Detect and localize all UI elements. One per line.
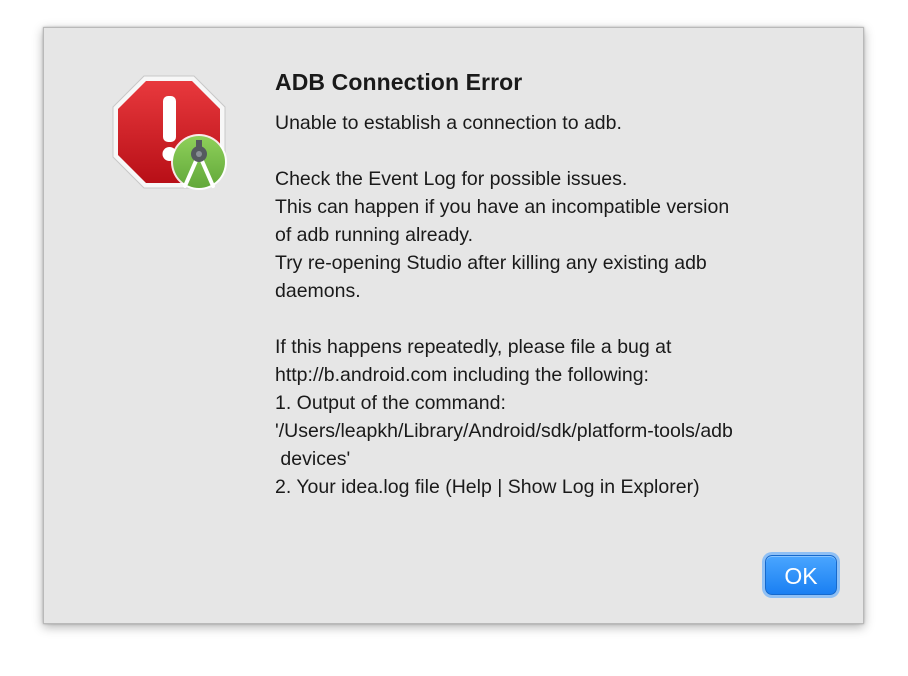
dialog-message: Unable to establish a connection to adb.… — [275, 109, 855, 501]
message-line — [275, 305, 855, 333]
dialog-title: ADB Connection Error — [275, 69, 523, 95]
message-line: Unable to establish a connection to adb. — [275, 112, 622, 134]
ok-button[interactable]: OK — [765, 555, 837, 595]
error-dialog: ADB Connection Error Unable to establish… — [43, 27, 864, 624]
message-line: If this happens repeatedly, please file … — [275, 336, 672, 358]
message-line: '/Users/leapkh/Library/Android/sdk/platf… — [275, 420, 733, 442]
error-stop-sign-icon — [111, 74, 231, 194]
message-line: Check the Event Log for possible issues. — [275, 168, 628, 190]
message-line: daemons. — [275, 280, 361, 302]
message-line: Try re-opening Studio after killing any … — [275, 252, 707, 274]
message-line — [275, 137, 855, 165]
message-line: 1. Output of the command: — [275, 392, 506, 414]
message-line: devices' — [275, 448, 351, 470]
message-line: of adb running already. — [275, 224, 474, 246]
message-line: 2. Your idea.log file (Help | Show Log i… — [275, 476, 700, 498]
message-line: This can happen if you have an incompati… — [275, 196, 730, 218]
message-line: http://b.android.com including the follo… — [275, 364, 649, 386]
dialog-content: ADB Connection Error Unable to establish… — [275, 68, 855, 501]
